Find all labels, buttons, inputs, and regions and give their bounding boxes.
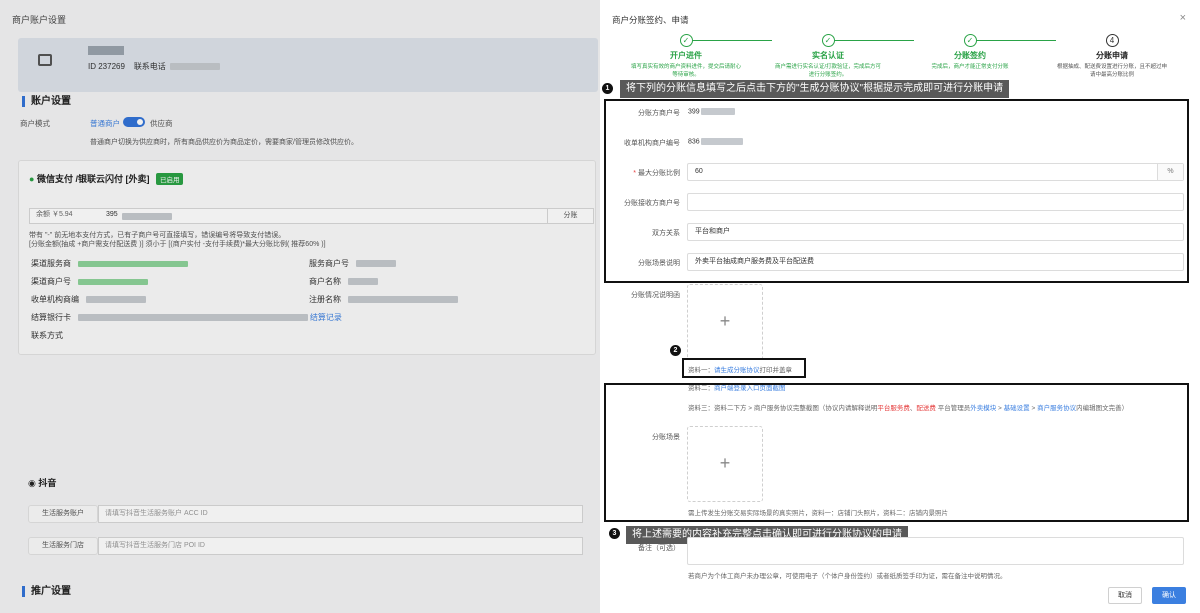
marker-3: 3 <box>609 528 620 539</box>
scene-note: 需上传发生分账交易实际场景的真实照片，资料一：店铺门头照片，资料二：店铺内景照片 <box>688 510 948 517</box>
split-merchant-label: 分账方商户号 <box>638 110 680 117</box>
modal-overlay[interactable] <box>0 0 600 613</box>
step-desc: 根据抽成、配送费设置进行分账，且不超过申请中最高分账比例 <box>1057 64 1168 78</box>
step-number-icon: 4 <box>1105 34 1119 47</box>
step-desc: 完成后，商户才能正常支付分账 <box>931 64 1009 70</box>
plus-icon: + <box>719 311 731 331</box>
receiver-label: 分账接收方商户号 <box>624 200 680 207</box>
marker-1: 1 <box>602 83 613 94</box>
scene-desc-input[interactable]: 外卖平台抽成商户服务费及平台配送费 <box>687 253 1184 271</box>
max-ratio-input[interactable]: 60 % <box>687 163 1184 181</box>
service-agreement-link[interactable]: 商户服务协议 <box>1037 405 1076 412</box>
remark-label: 备注（可选） <box>638 545 680 552</box>
max-ratio-value: 60 <box>695 168 703 175</box>
takeout-module-link[interactable]: 外卖模块 <box>970 405 996 412</box>
acquirer-no-label: 收单机构商户编号 <box>624 140 680 147</box>
step-1: ✓ 开户进件 填写真实有效的商户资料进件，提交后请耐心等待审核。 <box>631 34 741 79</box>
generate-agreement-link[interactable]: 请生成分账协议 <box>714 367 760 374</box>
relation-input[interactable]: 平台和商户 <box>687 223 1184 241</box>
check-icon: ✓ <box>821 34 835 47</box>
scene-upload[interactable]: + <box>687 426 763 502</box>
step-2: ✓ 实名认证 商户需进行实名认证/打款验证，完成后方可进行分账签约。 <box>773 34 883 79</box>
close-icon[interactable]: × <box>1180 12 1186 24</box>
letter-label: 分账情况说明函 <box>631 292 680 299</box>
check-icon: ✓ <box>963 34 977 47</box>
drawer-title: 商户分账签约、申请 <box>612 15 689 25</box>
cancel-button[interactable]: 取消 <box>1108 587 1142 604</box>
basic-settings-link[interactable]: 基础设置 <box>1004 405 1030 412</box>
step-desc: 填写真实有效的商户资料进件，提交后请耐心等待审核。 <box>631 64 742 78</box>
split-apply-drawer: 商户分账签约、申请 × ✓ 开户进件 填写真实有效的商户资料进件，提交后请耐心等… <box>600 0 1200 613</box>
letter-upload[interactable]: + <box>687 284 763 360</box>
plus-icon: + <box>719 453 731 473</box>
max-ratio-label: * 最大分账比例 <box>633 170 680 177</box>
material-3-line: 资料三：资料二下方 > 商户服务协议完整截图（协议内请解释说明平台服务费、配送费… <box>688 405 1129 412</box>
step-label: 分账签约 <box>954 51 986 60</box>
scene-label: 分账场景 <box>652 434 680 441</box>
acquirer-no-value: 836 <box>688 138 743 145</box>
remark-textarea[interactable] <box>687 537 1184 565</box>
callout-1: 将下列的分账信息填写之后点击下方的"生成分账协议"根据提示完成即可进行分账申请 <box>620 80 1010 98</box>
marker-2: 2 <box>670 345 681 356</box>
receiver-input[interactable] <box>687 193 1184 211</box>
remark-note: 若商户为个体工商户未办理公章，可使用电子（个体户身份签约）或者纸质签手印为证，需… <box>688 573 1007 580</box>
step-3: ✓ 分账签约 完成后，商户才能正常支付分账 <box>915 34 1025 71</box>
step-4: 4 分账申请 根据抽成、配送费设置进行分账，且不超过申请中最高分账比例 <box>1057 34 1167 79</box>
percent-suffix: % <box>1157 164 1183 180</box>
confirm-button[interactable]: 确认 <box>1152 587 1186 604</box>
relation-label: 双方关系 <box>652 230 680 237</box>
step-desc: 商户需进行实名认证/打款验证，完成后方可进行分账签约。 <box>774 64 882 78</box>
check-icon: ✓ <box>679 34 693 47</box>
step-label: 开户进件 <box>670 51 702 60</box>
split-merchant-value: 399 <box>688 108 735 115</box>
step-label: 分账申请 <box>1096 51 1128 60</box>
material-1-line: 资料一：请生成分账协议打印并盖章 <box>688 367 792 374</box>
scene-desc-label: 分账场景说明 <box>638 260 680 267</box>
step-label: 实名认证 <box>812 51 844 60</box>
